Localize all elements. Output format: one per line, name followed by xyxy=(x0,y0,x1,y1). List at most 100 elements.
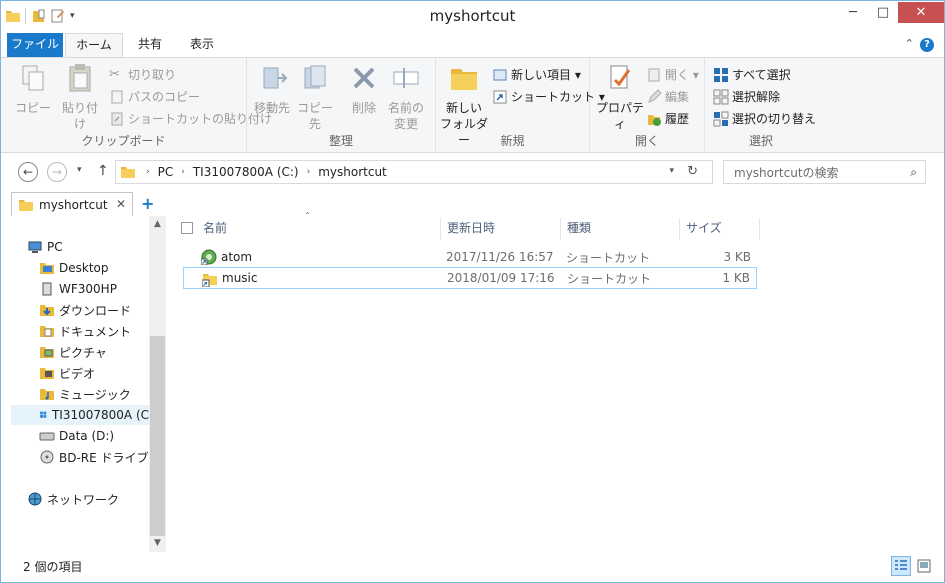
column-divider[interactable] xyxy=(759,218,760,240)
ribbon: コピー 貼り付け ✂ 切り取り パスのコピー ショートカットの貼り付け クリップボ… xyxy=(1,57,944,153)
breadcrumb-separator[interactable]: › xyxy=(307,167,311,177)
copy-to-button[interactable]: コピー先 xyxy=(293,62,337,132)
tab-share[interactable]: 共有 xyxy=(125,33,175,57)
close-button[interactable]: ✕ xyxy=(898,2,944,23)
invert-selection-button[interactable]: 選択の切り替え xyxy=(713,110,816,127)
maximize-button[interactable]: □ xyxy=(869,2,897,23)
select-all-button[interactable]: すべて選択 xyxy=(713,66,791,83)
details-view-icon xyxy=(895,560,907,570)
breadcrumb-separator[interactable]: › xyxy=(181,167,185,177)
open-button[interactable]: 開く ▾ xyxy=(646,66,699,83)
file-row-music[interactable]: music 2018/01/09 17:16 ショートカット 1 KB xyxy=(183,267,757,289)
delete-icon xyxy=(353,67,375,89)
scissors-icon: ✂ xyxy=(109,66,120,82)
new-group-label: 新規 xyxy=(500,134,525,148)
hard-drive-icon xyxy=(39,432,55,441)
column-header-date[interactable]: 更新日時 xyxy=(447,216,495,240)
navigation-bar: ← → ▾ ↑ › PC › TI31007800A (C:) › myshor… xyxy=(1,154,944,190)
cut-button[interactable]: ✂ 切り取り xyxy=(109,66,176,83)
copy-path-button[interactable]: パスのコピー xyxy=(109,88,200,105)
column-divider[interactable] xyxy=(440,218,441,240)
tree-item-desktop[interactable]: Desktop xyxy=(39,258,109,278)
move-to-button[interactable]: 移動先 xyxy=(251,62,293,116)
up-button[interactable]: ↑ xyxy=(97,163,109,179)
shortcut-icon xyxy=(493,90,507,103)
add-tab-icon[interactable]: + xyxy=(141,194,154,213)
delete-button[interactable]: 削除 xyxy=(345,62,383,116)
column-header-size[interactable]: サイズ xyxy=(686,216,722,240)
videos-icon xyxy=(40,368,54,379)
file-name: atom xyxy=(221,250,253,264)
breadcrumb-drive-c[interactable]: TI31007800A (C:) xyxy=(193,165,299,179)
help-icon[interactable]: ? xyxy=(920,38,934,52)
breadcrumb-separator[interactable]: › xyxy=(146,167,150,177)
back-button[interactable]: ← xyxy=(18,162,38,182)
close-tab-icon[interactable]: ✕ xyxy=(116,197,126,211)
forward-button[interactable]: → xyxy=(47,162,67,182)
tree-item-drive-d[interactable]: Data (D:) xyxy=(39,426,114,446)
tree-item-documents[interactable]: ドキュメント xyxy=(39,321,131,341)
scroll-up-icon[interactable]: ▲ xyxy=(149,216,166,233)
copy-button[interactable]: コピー xyxy=(13,62,53,116)
tab-view[interactable]: 表示 xyxy=(177,33,227,57)
tree-item-downloads[interactable]: ダウンロード xyxy=(39,300,131,320)
tree-item-drive-c[interactable]: TI31007800A (C xyxy=(11,405,149,425)
open-icon xyxy=(648,68,660,81)
recent-locations-button[interactable]: ▾ xyxy=(77,165,82,175)
tree-item-music[interactable]: ミュージック xyxy=(39,384,131,404)
column-header-name[interactable]: 名前 xyxy=(203,216,227,240)
column-header-type[interactable]: 種類 xyxy=(567,216,591,240)
computer-icon xyxy=(28,241,42,253)
tree-item-videos[interactable]: ビデオ xyxy=(39,363,95,383)
rename-button[interactable]: 名前の 変更 xyxy=(385,62,427,132)
tree-item-network[interactable]: ネットワーク xyxy=(27,489,119,509)
scroll-down-icon[interactable]: ▼ xyxy=(149,535,166,552)
address-dropdown-icon[interactable]: ▾ xyxy=(669,166,674,176)
file-size: 3 KB xyxy=(723,250,751,264)
minimize-button[interactable]: ─ xyxy=(839,2,867,23)
large-icons-view-button[interactable] xyxy=(914,556,934,576)
pictures-icon xyxy=(40,347,54,358)
folder-icon xyxy=(19,199,33,211)
refresh-icon[interactable]: ↻ xyxy=(687,164,698,179)
breadcrumb-myshortcut[interactable]: myshortcut xyxy=(318,165,387,179)
search-input[interactable]: myshortcutの検索 ⌕ xyxy=(723,160,926,184)
new-item-button[interactable]: 新しい項目 ▾ xyxy=(492,66,581,83)
tree-item-wf300hp[interactable]: WF300HP xyxy=(39,279,117,299)
address-bar[interactable]: › PC › TI31007800A (C:) › myshortcut ▾ ↻ xyxy=(115,160,713,184)
select-none-button[interactable]: 選択解除 xyxy=(713,88,780,105)
tab-home[interactable]: ホーム xyxy=(65,33,123,58)
select-group-label: 選択 xyxy=(748,134,773,148)
invert-selection-icon xyxy=(713,111,729,126)
select-all-checkbox[interactable] xyxy=(181,222,193,234)
tab-file[interactable]: ファイル xyxy=(7,33,63,57)
search-icon[interactable]: ⌕ xyxy=(910,165,917,180)
easy-access-button[interactable]: ショートカット ▾ xyxy=(492,88,605,105)
file-row-atom[interactable]: atom 2017/11/26 16:57 ショートカット 3 KB xyxy=(183,246,757,268)
collapse-ribbon-icon[interactable]: ⌃ xyxy=(905,37,914,50)
copy-icon xyxy=(22,65,44,91)
scroll-thumb[interactable] xyxy=(150,336,165,536)
explorer-window: ▾ myshortcut ─ □ ✕ ファイル ホーム 共有 表示 ⌃ ? コピ… xyxy=(0,0,945,583)
history-button[interactable]: 履歴 xyxy=(646,110,689,127)
drive-icon xyxy=(40,411,47,418)
atom-shortcut-icon xyxy=(201,249,217,265)
column-divider[interactable] xyxy=(679,218,680,240)
properties-button[interactable]: プロパティ xyxy=(594,62,646,132)
tree-item-pc[interactable]: PC xyxy=(27,237,63,257)
navigation-pane: PC Desktop WF300HP ダウンロード ドキュメント ピクチャ ビデ… xyxy=(11,216,167,552)
nav-pane-tab[interactable]: myshortcut ✕ xyxy=(11,192,133,216)
edit-button[interactable]: 編集 xyxy=(646,88,689,105)
column-divider[interactable] xyxy=(560,218,561,240)
navigation-pane-scrollbar[interactable]: ▲ ▼ xyxy=(149,216,166,552)
paste-icon xyxy=(69,64,91,92)
properties-icon xyxy=(610,65,631,89)
tree-item-bd-drive[interactable]: BD-RE ドライブ (E xyxy=(39,447,165,467)
file-type: ショートカット xyxy=(567,271,652,286)
details-view-button[interactable] xyxy=(891,556,911,576)
copy-path-icon xyxy=(111,90,123,103)
breadcrumb-pc[interactable]: PC xyxy=(158,165,174,179)
tree-item-pictures[interactable]: ピクチャ xyxy=(39,342,107,362)
sort-ascending-icon: ˆ xyxy=(305,212,310,223)
paste-button[interactable]: 貼り付け xyxy=(57,62,103,132)
